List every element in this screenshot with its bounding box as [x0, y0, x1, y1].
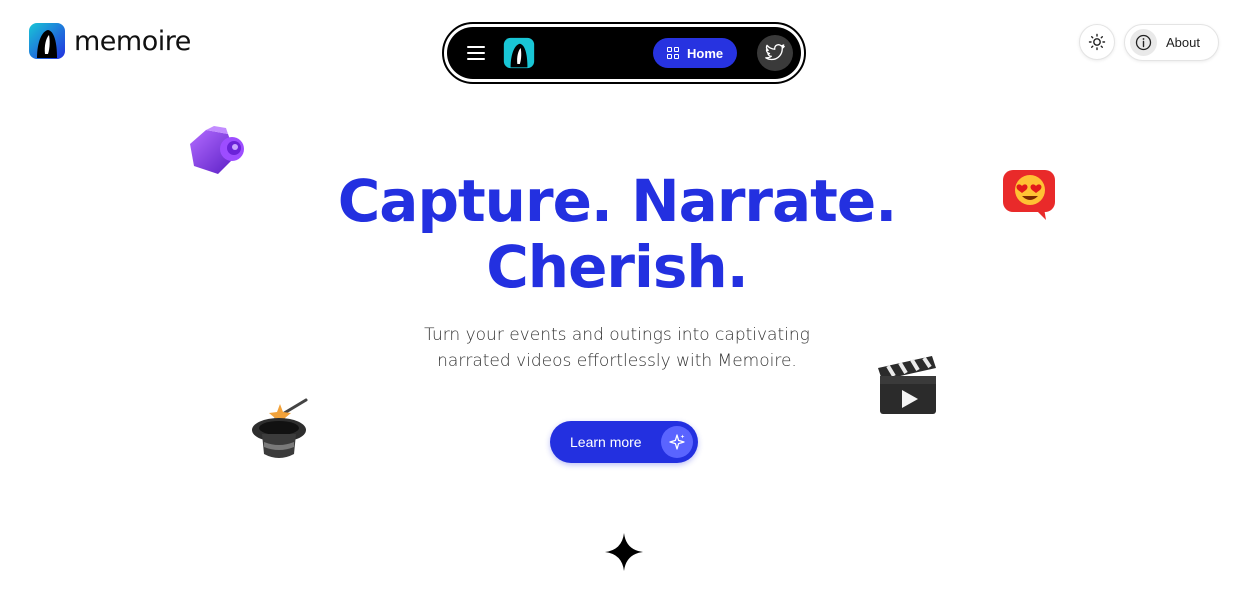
top-nav-bar: Home — [447, 27, 801, 79]
heart-eyes-emoji-icon — [1003, 170, 1055, 220]
home-label: Home — [687, 45, 724, 61]
hamburger-menu-icon[interactable] — [467, 46, 485, 60]
camera-icon — [190, 126, 244, 174]
about-label: About — [1166, 35, 1200, 50]
hero-title-line1: Capture. Narrate. — [337, 167, 898, 235]
memoire-logo-icon[interactable] — [503, 37, 535, 69]
top-nav: Home — [442, 22, 806, 84]
twitter-button[interactable] — [757, 35, 793, 71]
brand[interactable]: memoire — [28, 22, 191, 60]
magic-hat-icon — [252, 398, 308, 458]
hero-title-line2: Cherish. — [486, 233, 749, 301]
sun-icon — [1088, 33, 1106, 51]
sparkle-icon — [661, 426, 693, 458]
four-point-star-icon — [605, 533, 643, 571]
learn-more-label: Learn more — [570, 434, 642, 450]
hero-subtitle: Turn your events and outings into captiv… — [424, 325, 810, 371]
brand-name: memoire — [74, 25, 191, 57]
twitter-icon — [765, 44, 785, 61]
theme-toggle-button[interactable] — [1079, 24, 1115, 60]
grid-icon — [667, 47, 679, 59]
clapperboard-icon — [878, 356, 936, 414]
home-button[interactable]: Home — [653, 38, 738, 68]
memoire-logo-icon — [29, 23, 65, 59]
learn-more-button[interactable]: Learn more — [550, 421, 698, 463]
about-button[interactable]: About — [1124, 24, 1219, 61]
info-icon — [1130, 29, 1157, 56]
